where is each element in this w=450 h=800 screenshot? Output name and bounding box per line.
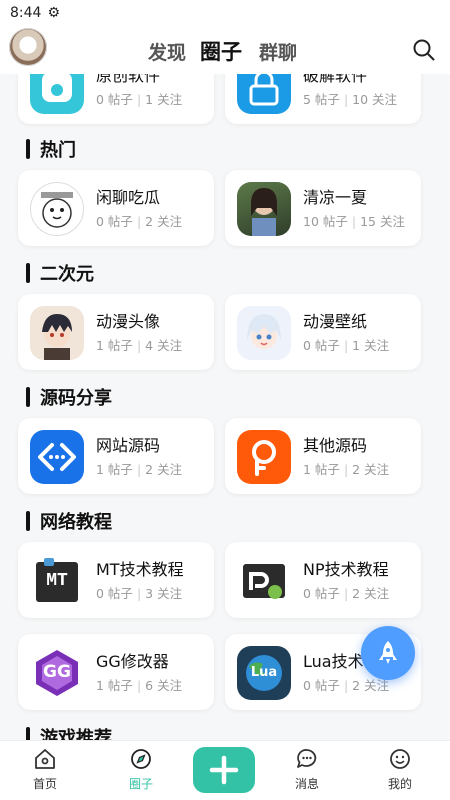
circle-name: 其他源码: [303, 436, 368, 455]
circle-stats: 5 帖子 | 10 关注: [303, 92, 398, 107]
search-icon[interactable]: [412, 38, 436, 62]
anime-boy-icon: [30, 306, 84, 360]
top-tabs: 发现 圈子 群聊: [0, 26, 450, 74]
circle-name: 动漫壁纸: [303, 312, 368, 331]
tab-group-chat[interactable]: 群聊: [259, 38, 297, 65]
circle-name: 网站源码: [96, 436, 161, 455]
circle-stats: 0 帖子 | 3 关注: [96, 586, 183, 601]
anime-girl-icon: [237, 306, 291, 360]
original-software-icon: [30, 74, 84, 114]
circle-card-anime-avatar[interactable]: 动漫头像 1 帖子 | 4 关注: [18, 294, 214, 370]
section-title-tutorials: 网络教程: [26, 508, 112, 534]
circle-card-chat[interactable]: 闲聊吃瓜 0 帖子 | 2 关注: [18, 170, 214, 246]
circle-card-website-source[interactable]: 网站源码 1 帖子 | 2 关注: [18, 418, 214, 494]
circle-stats: 1 帖子 | 2 关注: [303, 462, 390, 477]
circle-card-anime-wallpaper[interactable]: 动漫壁纸 0 帖子 | 1 关注: [225, 294, 421, 370]
smiley-face-icon: [390, 749, 410, 769]
status-bar: 8:44 ⚙: [0, 0, 450, 26]
nav-messages[interactable]: 消息: [262, 747, 352, 792]
circle-name: Lua技术: [303, 652, 364, 671]
circle-name: 原创软件: [96, 74, 161, 85]
circle-stats: 0 帖子 | 2 关注: [303, 586, 390, 601]
rocket-fab-button[interactable]: [361, 626, 415, 680]
nav-circles-label: 圈子: [128, 777, 153, 791]
circle-name: GG修改器: [96, 652, 169, 671]
tab-circles[interactable]: 圈子: [200, 36, 242, 66]
circle-stats: 10 帖子 | 15 关注: [303, 214, 405, 229]
np-manager-icon: [237, 554, 291, 608]
code-brackets-icon: [30, 430, 84, 484]
circle-name: 清凉一夏: [303, 188, 368, 207]
section-title-source-code: 源码分享: [26, 384, 112, 410]
summer-photo-icon: [237, 182, 291, 236]
gg-logo-text: GG: [43, 662, 71, 682]
key-logo-icon: [237, 430, 291, 484]
circle-stats: 1 帖子 | 2 关注: [96, 462, 183, 477]
add-post-button[interactable]: [193, 747, 255, 793]
circle-stats: 0 帖子 | 1 关注: [96, 92, 183, 107]
section-title-games: 游戏推荐: [26, 724, 112, 740]
circle-name: NP技术教程: [303, 560, 389, 579]
circle-card-other-source[interactable]: 其他源码 1 帖子 | 2 关注: [225, 418, 421, 494]
cat-meme-icon: [30, 182, 84, 236]
nav-home-label: 首页: [32, 777, 57, 791]
top-bar: 发现 圈子 群聊: [0, 26, 450, 74]
circle-name: 动漫头像: [96, 312, 161, 331]
circle-stats: 1 帖子 | 4 关注: [96, 338, 183, 353]
circle-card-summer[interactable]: 清凉一夏 10 帖子 | 15 关注: [225, 170, 421, 246]
lua-logo-text: Lua: [250, 665, 278, 680]
section-title-anime: 二次元: [26, 260, 94, 286]
circle-card-np-tutorial[interactable]: NP技术教程 0 帖子 | 2 关注: [225, 542, 421, 618]
circle-card-cracked-software[interactable]: 破解软件 5 帖子 | 10 关注: [225, 74, 421, 124]
settings-gear-icon: ⚙: [47, 5, 61, 21]
mt-logo-text: MT: [46, 571, 68, 591]
lua-icon: Lua: [237, 646, 291, 700]
circle-name: 闲聊吃瓜: [96, 188, 161, 207]
circle-name: 破解软件: [303, 74, 368, 85]
circle-stats: 0 帖子 | 1 关注: [303, 338, 390, 353]
plus-icon: [209, 755, 239, 785]
nav-home[interactable]: 首页: [0, 747, 90, 792]
nav-profile[interactable]: 我的: [355, 747, 445, 792]
circle-stats: 0 帖子 | 2 关注: [96, 214, 183, 229]
status-time: 8:44: [10, 5, 42, 21]
home-icon: [35, 749, 55, 769]
tab-discover[interactable]: 发现: [148, 38, 186, 65]
chat-bubble-icon: [297, 749, 317, 768]
section-title-hot: 热门: [26, 136, 76, 162]
lock-icon: [237, 74, 291, 114]
nav-profile-label: 我的: [387, 777, 412, 791]
circle-card-original-software[interactable]: 原创软件 0 帖子 | 1 关注: [18, 74, 214, 124]
rocket-icon: [379, 641, 397, 664]
circle-name: MT技术教程: [96, 560, 184, 579]
mt-manager-icon: MT: [30, 554, 84, 608]
circle-card-mt-tutorial[interactable]: MT MT技术教程 0 帖子 | 3 关注: [18, 542, 214, 618]
nav-messages-label: 消息: [294, 777, 319, 791]
circle-card-gg-modifier[interactable]: GG GG修改器 1 帖子 | 6 关注: [18, 634, 214, 710]
bottom-nav: 首页 圈子 消息 我的: [0, 740, 450, 800]
circle-stats: 1 帖子 | 6 关注: [96, 678, 183, 693]
nav-circles[interactable]: 圈子: [96, 747, 186, 792]
compass-icon: [131, 749, 151, 769]
gg-guardian-icon: GG: [30, 646, 84, 700]
